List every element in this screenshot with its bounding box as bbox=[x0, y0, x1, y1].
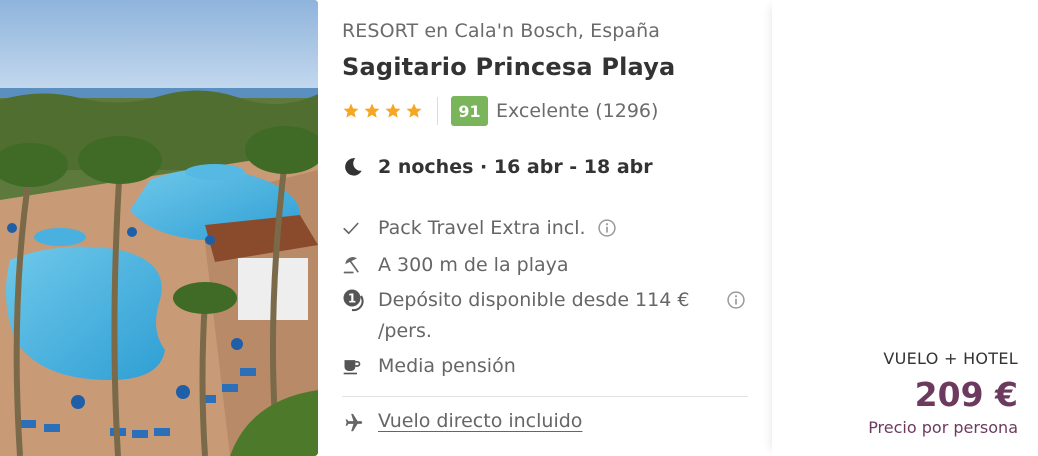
info-icon[interactable] bbox=[726, 290, 746, 314]
price-amount[interactable]: 209 € bbox=[915, 375, 1018, 414]
dates-text: 2 noches · 16 abr - 18 abr bbox=[378, 156, 653, 178]
moon-icon bbox=[342, 154, 368, 180]
info-icon[interactable] bbox=[597, 218, 617, 242]
star-rating bbox=[342, 102, 423, 120]
score-badge: 91 bbox=[451, 96, 488, 126]
star-icon bbox=[364, 103, 380, 118]
feature-label: A 300 m de la playa bbox=[378, 254, 569, 276]
deposit-icon: 1 bbox=[342, 285, 368, 315]
resort-pool-image bbox=[0, 0, 318, 456]
price-panel: VUELO + HOTEL 209 € Precio por persona bbox=[772, 0, 1038, 456]
rating-row: 91 Excelente (1296) bbox=[342, 96, 658, 126]
stay-dates: 2 noches · 16 abr - 18 abr bbox=[342, 154, 653, 180]
feature-label: Pack Travel Extra incl. bbox=[378, 217, 586, 239]
package-type-label: VUELO + HOTEL bbox=[883, 349, 1018, 368]
rating-divider bbox=[437, 97, 438, 125]
star-icon bbox=[406, 103, 422, 118]
price-per-person-note: Precio por persona bbox=[868, 418, 1018, 437]
hotel-card[interactable]: RESORT en Cala'n Bosch, España Sagitario… bbox=[0, 0, 1038, 456]
coffee-cup-icon bbox=[342, 351, 368, 381]
hotel-type-location: RESORT en Cala'n Bosch, España bbox=[342, 20, 661, 42]
feature-deposit: 1 Depósito disponible desde 114 € /pers. bbox=[342, 285, 698, 347]
svg-text:1: 1 bbox=[348, 292, 356, 306]
feature-meal-plan: Media pensión bbox=[342, 351, 516, 381]
hotel-info: RESORT en Cala'n Bosch, España Sagitario… bbox=[342, 0, 750, 456]
feature-pack-travel: Pack Travel Extra incl. bbox=[342, 213, 586, 243]
divider bbox=[342, 396, 748, 397]
hotel-photo[interactable] bbox=[0, 0, 318, 456]
direct-flight-link[interactable]: Vuelo directo incluido bbox=[378, 410, 582, 432]
feature-beach-distance: A 300 m de la playa bbox=[342, 250, 569, 280]
check-icon bbox=[342, 213, 368, 243]
feature-label: Depósito disponible desde 114 € /pers. bbox=[378, 289, 690, 342]
star-icon bbox=[343, 103, 359, 118]
beach-umbrella-icon bbox=[342, 250, 368, 280]
rating-label[interactable]: Excelente (1296) bbox=[496, 100, 658, 122]
feature-label: Media pensión bbox=[378, 355, 516, 377]
hotel-name[interactable]: Sagitario Princesa Playa bbox=[342, 53, 675, 81]
star-icon bbox=[385, 103, 401, 118]
airplane-icon bbox=[342, 412, 364, 438]
